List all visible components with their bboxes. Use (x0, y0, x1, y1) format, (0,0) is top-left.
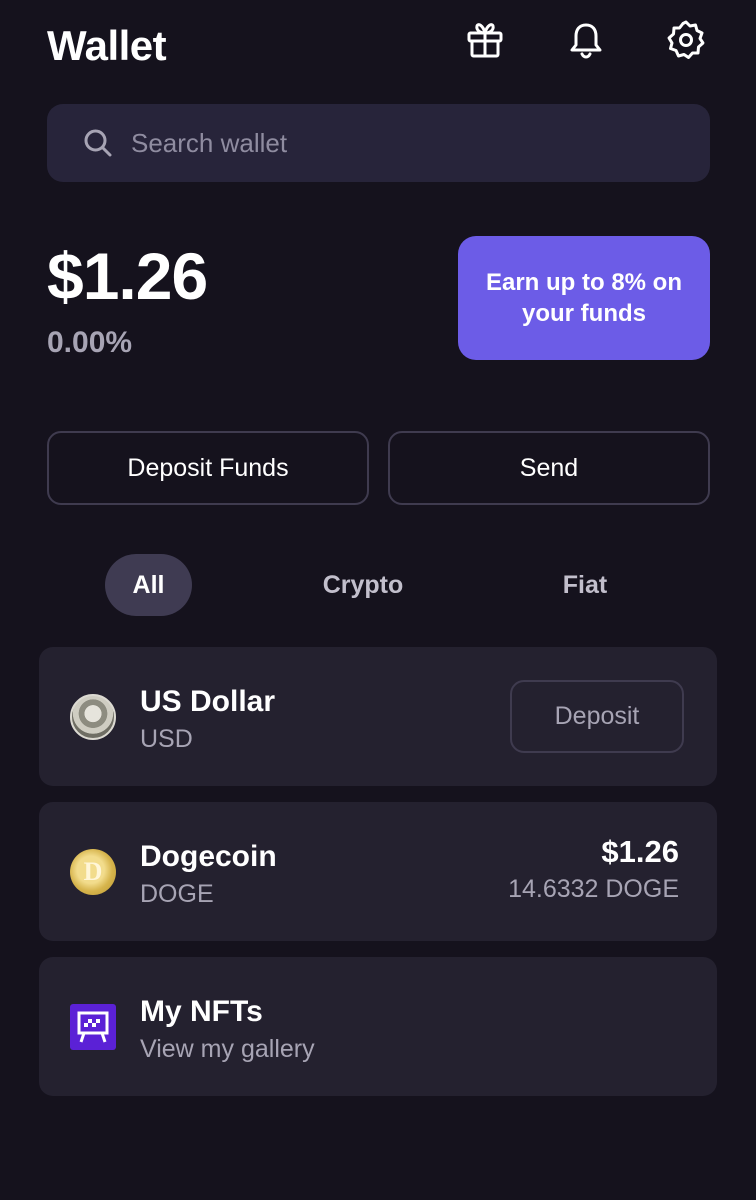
search-bar[interactable] (47, 104, 710, 182)
asset-amount: 14.6332 DOGE (508, 875, 679, 903)
asset-ticker: USD (140, 725, 193, 753)
notifications-button[interactable] (564, 18, 608, 62)
deposit-button[interactable]: Deposit (510, 680, 684, 753)
nft-gallery-icon (70, 1004, 116, 1050)
send-button[interactable]: Send (388, 431, 710, 505)
total-balance: $1.26 (47, 239, 208, 313)
asset-name: My NFTs (140, 995, 263, 1028)
balance-change: 0.00% (47, 326, 133, 359)
gift-button[interactable] (463, 18, 507, 62)
asset-name: Dogecoin (140, 840, 277, 873)
dollar-bill-icon (70, 694, 116, 740)
nft-gallery-card[interactable]: My NFTs View my gallery (39, 957, 717, 1096)
asset-subtitle: View my gallery (140, 1035, 315, 1063)
asset-name: US Dollar (140, 685, 276, 718)
asset-value: $1.26 (601, 834, 679, 869)
earn-promo-button[interactable]: Earn up to 8% on your funds (458, 236, 710, 360)
asset-ticker: DOGE (140, 880, 214, 908)
tab-fiat[interactable]: Fiat (548, 554, 622, 616)
dogecoin-icon: D (70, 849, 116, 895)
page-title: Wallet (47, 22, 167, 69)
tab-crypto[interactable]: Crypto (305, 554, 421, 616)
asset-card-usd[interactable]: US Dollar USD Deposit (39, 647, 717, 786)
bell-icon (570, 23, 602, 59)
settings-icon (667, 20, 705, 59)
asset-card-doge[interactable]: D Dogecoin DOGE $1.26 14.6332 DOGE (39, 802, 717, 941)
settings-button[interactable] (664, 18, 708, 62)
search-icon (84, 129, 112, 157)
tab-all[interactable]: All (105, 554, 192, 616)
search-input[interactable] (131, 127, 651, 159)
deposit-funds-button[interactable]: Deposit Funds (47, 431, 369, 505)
gift-icon (467, 23, 503, 58)
